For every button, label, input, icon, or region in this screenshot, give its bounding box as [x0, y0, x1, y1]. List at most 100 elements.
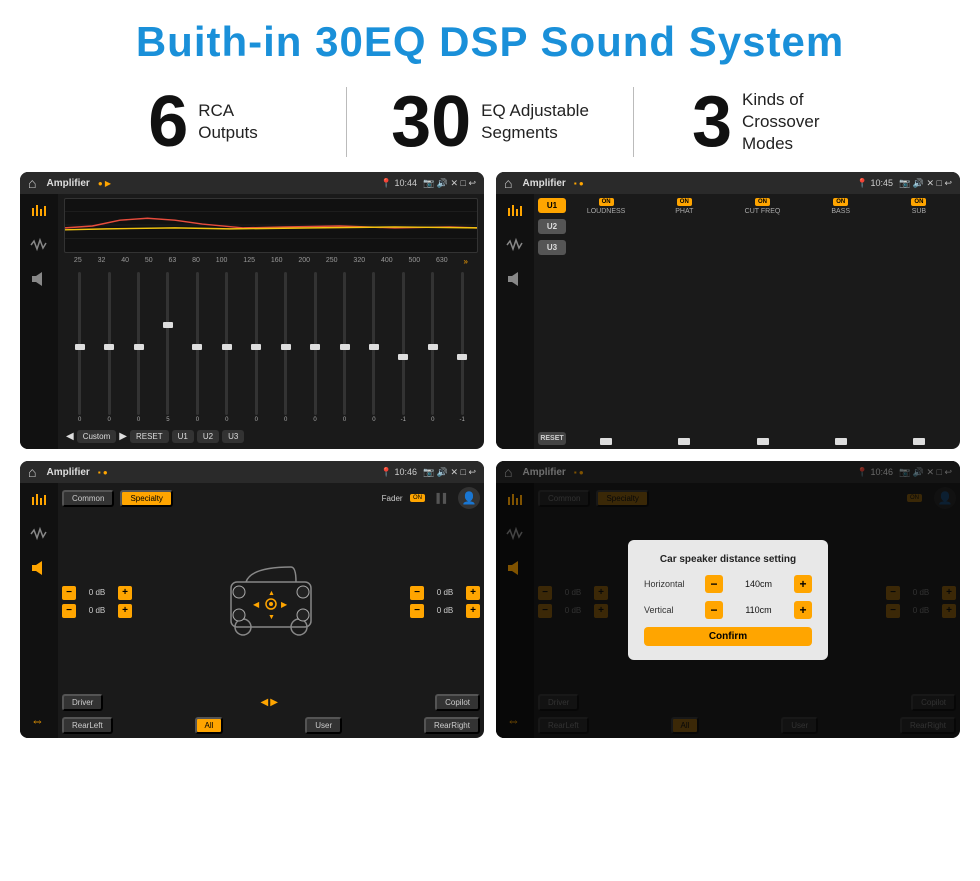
cross-home-icon[interactable]: ⌂ [504, 175, 512, 191]
fader-tabs: Common Specialty Fader ON ▐▐ 👤 [62, 487, 480, 509]
horizontal-minus[interactable]: − [705, 575, 723, 593]
eq-custom-btn[interactable]: Custom [77, 430, 117, 443]
distance-dialog-overlay: Car speaker distance setting Horizontal … [496, 461, 960, 738]
db3-plus[interactable]: + [466, 586, 480, 600]
eq-prev-arrow[interactable]: ◀ [66, 431, 74, 442]
stat-rca-label: RCAOutputs [198, 100, 258, 144]
all-button[interactable]: All [195, 717, 224, 734]
u1-button[interactable]: U1 [538, 198, 566, 213]
user-icon[interactable]: 👤 [458, 487, 480, 509]
driver-button[interactable]: Driver [62, 694, 103, 711]
eq-icon[interactable] [28, 200, 50, 222]
horizontal-plus[interactable]: + [794, 575, 812, 593]
eq-slider-9[interactable]: 0 [301, 272, 328, 423]
cross-wave-icon[interactable] [504, 234, 526, 256]
u3-button[interactable]: U3 [538, 240, 566, 255]
fader-arrows-icon[interactable]: ⇔ [28, 710, 50, 732]
fader-left-arrow[interactable]: ◀ [261, 697, 269, 708]
fader-right-arrow[interactable]: ▶ [270, 697, 278, 708]
cutfreq-label: CUT FREQ [745, 208, 781, 215]
phat-on[interactable]: ON [677, 198, 692, 206]
sub-on[interactable]: ON [911, 198, 926, 206]
cross-speaker-icon[interactable] [504, 268, 526, 290]
fader-bottom-row2: RearLeft All User RearRight [62, 717, 480, 734]
db4-plus[interactable]: + [466, 604, 480, 618]
stats-row: 6 RCAOutputs 30 EQ AdjustableSegments 3 … [0, 76, 980, 172]
stat-eq: 30 EQ AdjustableSegments [347, 86, 633, 158]
eq-reset-btn[interactable]: RESET [130, 430, 169, 443]
user-button[interactable]: User [305, 717, 342, 734]
home-icon[interactable]: ⌂ [28, 175, 36, 191]
horizontal-value: 140cm [729, 579, 788, 589]
db3-minus[interactable]: − [410, 586, 424, 600]
eq-slider-10[interactable]: 0 [331, 272, 358, 423]
fader-eq-icon[interactable] [28, 489, 50, 511]
eq-slider-4[interactable]: 5 [154, 272, 181, 423]
cross-time: 📍 10:45 [857, 178, 893, 189]
eq-slider-5[interactable]: 0 [184, 272, 211, 423]
db-row-2: − 0 dB + [62, 604, 132, 618]
vertical-minus[interactable]: − [705, 601, 723, 619]
cutfreq-on[interactable]: ON [755, 198, 770, 206]
loudness-on[interactable]: ON [599, 198, 614, 206]
fader-speaker-icon[interactable] [28, 557, 50, 579]
cross-status-icons: 📷 🔊 ✕ □ ↩ [899, 178, 952, 189]
db1-minus[interactable]: − [62, 586, 76, 600]
fader-wave-icon[interactable] [28, 523, 50, 545]
cutfreq-group: ON CUT FREQ [725, 198, 799, 445]
u2-button[interactable]: U2 [538, 219, 566, 234]
vertical-plus[interactable]: + [794, 601, 812, 619]
svg-text:◀: ◀ [253, 600, 260, 609]
rearleft-button[interactable]: RearLeft [62, 717, 113, 734]
eq-slider-6[interactable]: 0 [213, 272, 240, 423]
eq-main-content: 25 32 40 50 63 80 100 125 160 200 250 32… [58, 194, 484, 449]
eq-slider-12[interactable]: -1 [390, 272, 417, 423]
db1-plus[interactable]: + [118, 586, 132, 600]
db-row-4: − 0 dB + [410, 604, 480, 618]
stat-rca: 6 RCAOutputs [60, 86, 346, 158]
eq-next-arrow[interactable]: ▶ [119, 431, 127, 442]
common-tab[interactable]: Common [62, 490, 114, 507]
stat-rca-number: 6 [148, 86, 188, 158]
eq-u1-btn[interactable]: U1 [172, 430, 194, 443]
rearright-button[interactable]: RearRight [424, 717, 480, 734]
stat-crossover: 3 Kinds ofCrossover Modes [634, 86, 920, 158]
eq-u2-btn[interactable]: U2 [197, 430, 219, 443]
specialty-tab[interactable]: Specialty [120, 490, 172, 507]
eq-slider-2[interactable]: 0 [95, 272, 122, 423]
eq-slider-1[interactable]: 0 [66, 272, 93, 423]
eq-freq-labels: 25 32 40 50 63 80 100 125 160 200 250 32… [64, 256, 478, 267]
bass-group: ON BASS [804, 198, 878, 445]
db2-minus[interactable]: − [62, 604, 76, 618]
fader-screen-body: ⇔ Common Specialty Fader ON ▐▐ 👤 [20, 483, 484, 738]
fader-screen: ⌂ Amplifier ▪ ● 📍 10:46 📷 🔊 ✕ □ ↩ [20, 461, 484, 738]
dialog-title: Car speaker distance setting [644, 554, 812, 565]
fader-status-icons: 📷 🔊 ✕ □ ↩ [423, 467, 476, 478]
eq-slider-8[interactable]: 0 [272, 272, 299, 423]
speaker-icon[interactable] [28, 268, 50, 290]
stat-eq-label: EQ AdjustableSegments [481, 100, 589, 144]
fader-home-icon[interactable]: ⌂ [28, 464, 36, 480]
db4-minus[interactable]: − [410, 604, 424, 618]
fader-on-badge[interactable]: ON [410, 494, 425, 502]
fader-screen-title: Amplifier [46, 467, 89, 478]
eq-slider-13[interactable]: 0 [419, 272, 446, 423]
eq-slider-11[interactable]: 0 [360, 272, 387, 423]
eq-slider-3[interactable]: 0 [125, 272, 152, 423]
cross-status-dots: ▪ ● [574, 179, 584, 188]
screens-grid: ⌂ Amplifier ● ▶ 📍 10:44 📷 🔊 ✕ □ ↩ [0, 172, 980, 752]
cross-eq-icon[interactable] [504, 200, 526, 222]
bass-label: BASS [831, 208, 850, 215]
db2-plus[interactable]: + [118, 604, 132, 618]
bass-on[interactable]: ON [833, 198, 848, 206]
reset-button[interactable]: RESET [538, 432, 566, 445]
confirm-button[interactable]: Confirm [644, 627, 812, 646]
sub-label: SUB [912, 208, 926, 215]
eq-slider-14[interactable]: -1 [448, 272, 475, 423]
copilot-button[interactable]: Copilot [435, 694, 480, 711]
eq-slider-7[interactable]: 0 [243, 272, 270, 423]
eq-u3-btn[interactable]: U3 [222, 430, 244, 443]
vertical-label: Vertical [644, 605, 699, 615]
wave-icon[interactable] [28, 234, 50, 256]
stat-crossover-number: 3 [692, 86, 732, 158]
